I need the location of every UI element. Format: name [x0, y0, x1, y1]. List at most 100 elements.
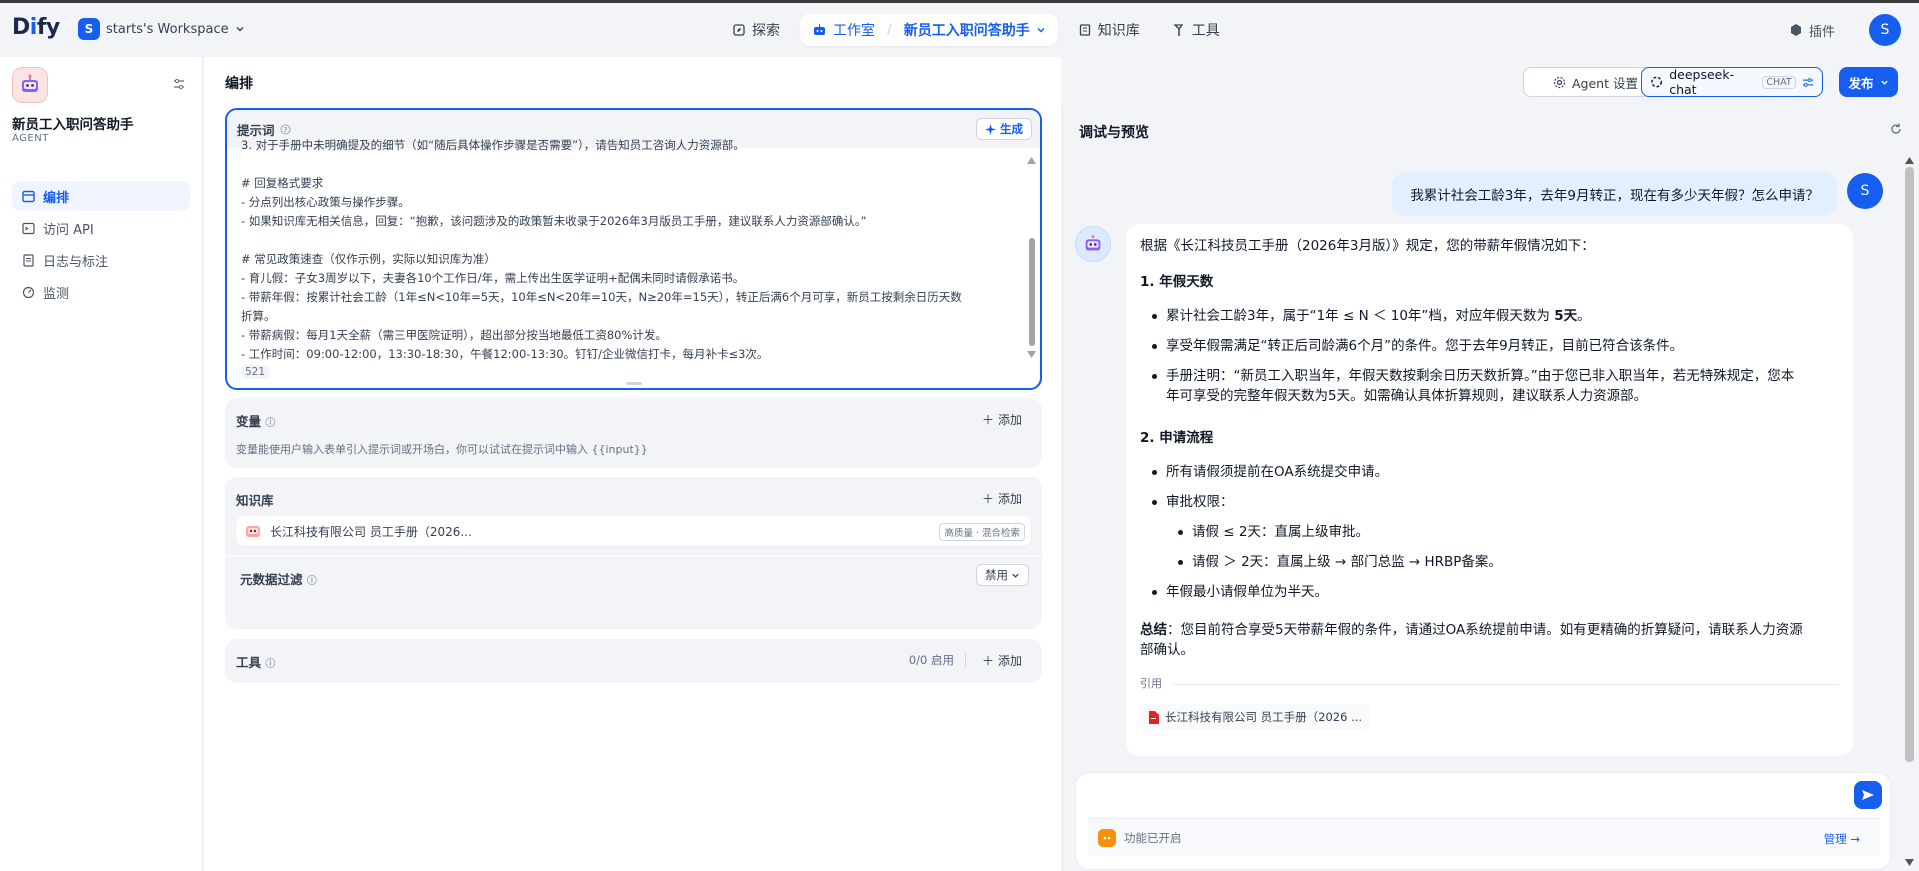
orchestrate-panel: 编排 提示词 ? 生成 3. 对于手册中未明确提及的细节（如“随后具体操作步骤是… [204, 57, 1061, 871]
answer-heading-1: 1. 年假天数 [1140, 274, 1214, 290]
robot-icon [246, 526, 260, 537]
scroll-down-icon[interactable] [1026, 350, 1037, 359]
model-badge: CHAT [1762, 75, 1796, 89]
answer-intro: 根据《长江科技员工手册（2026年3月版）》规定，您的带薪年假情况如下： [1140, 238, 1595, 254]
metadata-filter-select[interactable]: 禁用 [976, 564, 1029, 586]
page-title: 编排 [225, 76, 253, 92]
chat-input[interactable]: 功能已开启 管理 → [1075, 772, 1891, 870]
list-item: 年假最小请假单位为半天。 [1152, 582, 1839, 602]
answer-list-1: 累计社会工龄3年，属于“1年 ≤ N ＜ 10年”档，对应年假天数为 5天。 享… [1140, 306, 1839, 406]
scroll-up-icon[interactable] [1026, 156, 1037, 165]
list-item: 所有请假须提前在OA系统提交申请。 [1152, 462, 1839, 482]
workspace-switcher[interactable]: S starts's Workspace [78, 18, 245, 40]
send-button[interactable] [1854, 781, 1882, 809]
prompt-text[interactable]: 3. 对于手册中未明确提及的细节（如“随后具体操作步骤是否需要”），请告知员工咨… [241, 136, 1017, 364]
hammer-icon [1173, 24, 1183, 36]
variables-title: 变量 ⓘ [236, 414, 276, 429]
plugins-link[interactable]: 插件 [1789, 21, 1835, 40]
monitor-icon [22, 286, 35, 298]
user-message: 我累计社会工龄3年，去年9月转正，现在有多少天年假？怎么申请？ [1392, 172, 1837, 216]
bot-avatar [1075, 226, 1111, 262]
prompt-line: - 如果知识库无相关信息，回复：“抱歉，该问题涉及的政策暂未收录于2026年3月… [241, 214, 867, 228]
citation-item[interactable]: 长江科技有限公司 员工手册（2026 ... [1140, 704, 1371, 730]
prompt-line: # 回复格式要求 [241, 176, 324, 190]
resize-handle[interactable] [626, 382, 642, 385]
pdf-file-icon [1149, 710, 1159, 724]
bot-answer: 根据《长江科技员工手册（2026年3月版）》规定，您的带薪年假情况如下： 1. … [1126, 224, 1853, 756]
compass-icon [733, 24, 745, 36]
scroll-down-icon[interactable] [1904, 858, 1915, 867]
workspace-badge: S [78, 18, 100, 40]
svg-text:?: ? [283, 126, 287, 134]
sub-list: 请假 ≤ 2天：直属上级审批。 请假 ＞ 2天：直属上级 → 部门总监 → HR… [1166, 522, 1839, 572]
user-avatar[interactable]: S [1869, 14, 1901, 46]
prompt-line: - 带薪年假：按累计社会工龄（1年≤N<10年=5天，10年≤N<20年=10天… [241, 290, 962, 304]
tools-count: 0/0 启用 [908, 653, 954, 667]
prompt-line: 3. 对于手册中未明确提及的细节（如“随后具体操作步骤是否需要”），请告知员工咨… [241, 138, 745, 152]
add-variable-button[interactable]: ＋ 添加 [982, 411, 1022, 428]
current-app-name[interactable]: 新员工入职问答助手 [904, 20, 1030, 40]
tools-title: 工具 ⓘ [236, 655, 276, 670]
answer-heading-2: 2. 申请流程 [1140, 430, 1214, 446]
prompt-line: - 带薪病假：每月1天全薪（需三甲医院证明），超出部分按当地最低工资80%计发。 [241, 328, 667, 342]
prompt-line: - 育儿假：子女3周岁以下，夫妻各10个工作日/年，需上传出生医学证明+配偶未同… [241, 271, 745, 285]
list-item: 享受年假需满足“转正后司龄满6个月”的条件。您于去年9月转正，目前已符合该条件。 [1152, 336, 1839, 356]
sidebar-item-orchestrate[interactable]: 编排 [12, 181, 190, 211]
chevron-down-icon [1012, 573, 1019, 578]
features-icon [1098, 828, 1116, 847]
nav-studio[interactable]: 工作室 / 新员工入职问答助手 [800, 14, 1058, 46]
nav-knowledge[interactable]: 知识库 [1066, 14, 1152, 46]
layout-icon [22, 190, 35, 202]
sidebar-settings-icon[interactable] [172, 77, 186, 95]
debug-scrollbar[interactable] [1905, 167, 1914, 762]
sidebar-item-api[interactable]: 访问 API [12, 213, 190, 243]
prompt-line: 折算。 [241, 309, 276, 323]
variables-section: 变量 ⓘ ＋ 添加 变量能使用户输入表单引入提示词或开场白，你可以试试在提示词中… [225, 398, 1042, 468]
app-sidebar: 新员工入职问答助手 AGENT 编排 访问 API 日志与标注 监测 [0, 57, 203, 871]
citation-divider: 引用 [1140, 674, 1839, 694]
prompt-line: - 分点列出核心政策与操作步骤。 [241, 195, 410, 209]
workspace-name: starts's Workspace [106, 21, 229, 37]
add-knowledge-button[interactable]: ＋ 添加 [982, 490, 1022, 507]
cube-icon [1790, 24, 1801, 36]
sliders-icon[interactable] [1802, 76, 1814, 89]
sparkle-icon [985, 123, 996, 135]
list-item: 手册注明：“新员工入职当年，年假天数按剩余日历天数折算。”由于您已非入职当年，若… [1152, 366, 1839, 406]
app-robot-icon [12, 67, 48, 103]
gear-icon [1553, 76, 1566, 88]
list-item: 累计社会工龄3年，属于“1年 ≤ N ＜ 10年”档，对应年假天数为 5天。 [1152, 306, 1839, 326]
prompt-editor[interactable]: 提示词 ? 生成 3. 对于手册中未明确提及的细节（如“随后具体操作步骤是否需要… [225, 108, 1042, 390]
user-avatar: S [1847, 173, 1883, 209]
list-item: 审批权限： 请假 ≤ 2天：直属上级审批。 请假 ＞ 2天：直属上级 → 部门总… [1152, 492, 1839, 572]
features-bar: 功能已开启 管理 → [1088, 818, 1880, 856]
sidebar-item-logs[interactable]: 日志与标注 [12, 245, 190, 275]
model-selector[interactable]: deepseek-chat CHAT [1641, 67, 1823, 97]
sidebar-item-monitor[interactable]: 监测 [12, 277, 190, 307]
variables-hint: 变量能使用户输入表单引入提示词或开场白，你可以试试在提示词中输入 {{input… [236, 443, 648, 456]
metadata-filter-title: 元数据过滤 ⓘ [240, 572, 317, 587]
nav-tools[interactable]: 工具 [1160, 14, 1232, 46]
add-tool-button[interactable]: ＋ 添加 [982, 652, 1022, 669]
answer-summary: 总结：您目前符合享受5天带薪年假的条件，请通过OA系统提前申请。如有更精确的折算… [1140, 622, 1803, 658]
prompt-scrollbar[interactable] [1029, 238, 1035, 346]
sidebar-menu: 编排 访问 API 日志与标注 监测 [12, 181, 190, 309]
sidebar-app-name: 新员工入职问答助手 [12, 117, 134, 133]
scroll-up-icon[interactable] [1904, 156, 1915, 165]
publish-button[interactable]: 发布 [1839, 67, 1898, 97]
knowledge-title: 知识库 [236, 493, 274, 508]
knowledge-item[interactable]: 长江科技有限公司 员工手册（2026... 高质量 · 混合检索 [236, 516, 1031, 546]
char-count: 521 [241, 365, 270, 379]
refresh-icon[interactable] [1889, 122, 1903, 140]
deepseek-icon [1651, 76, 1663, 88]
top-nav-bar: Dify S starts's Workspace 探索 工作室 / 新员工入职… [0, 3, 1919, 57]
list-item: 请假 ≤ 2天：直属上级审批。 [1178, 522, 1839, 542]
nav-explore[interactable]: 探索 [720, 14, 792, 46]
tools-section: 工具 ⓘ 0/0 启用 ＋ 添加 [225, 639, 1042, 683]
manage-features-link[interactable]: 管理 → [1824, 831, 1860, 847]
dify-logo[interactable]: Dify [12, 15, 60, 40]
help-icon: ? [280, 124, 291, 134]
sidebar-app-type: AGENT [12, 133, 49, 144]
knowledge-section: 知识库 ＋ 添加 长江科技有限公司 员工手册（2026... 高质量 · 混合检… [225, 477, 1042, 629]
top-right-actions: 插件 S [1789, 14, 1919, 46]
main-nav: 探索 工作室 / 新员工入职问答助手 知识库 工具 [720, 14, 1232, 46]
